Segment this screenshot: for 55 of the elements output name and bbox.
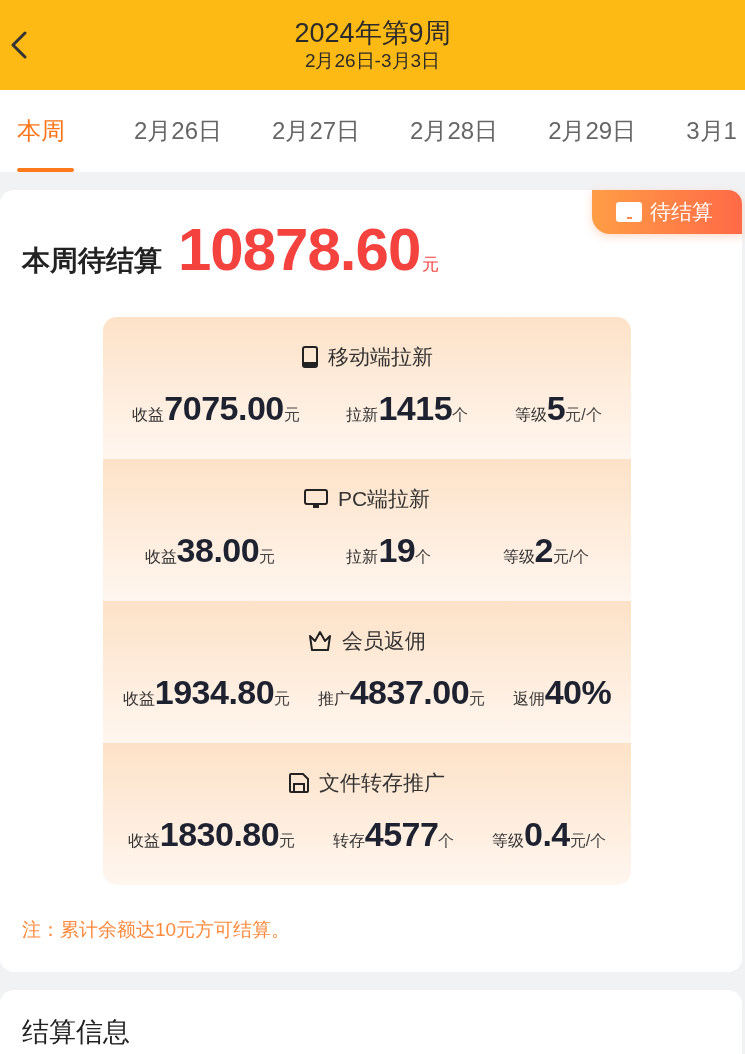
stat-unit: 个 (438, 832, 455, 851)
stat-label: 收益 (122, 690, 155, 709)
phone-icon (301, 346, 318, 368)
stat-label: 收益 (144, 548, 177, 567)
stat-value: 1934.80 (154, 673, 275, 712)
stat-value: 4837.00 (349, 673, 470, 712)
week-title: 2024年第9周 (294, 17, 451, 49)
stat-value: 1415 (378, 389, 453, 428)
stat-unit: 个 (415, 547, 432, 567)
stat-unit: 元/个 (569, 832, 607, 851)
amount-unit: 元 (422, 254, 440, 276)
stat-value: 40% (544, 673, 612, 712)
stat-unit: 个 (452, 406, 469, 425)
stat-value: 19 (378, 531, 416, 570)
stat-value: 0.4 (524, 815, 570, 854)
stat-unit: 元 (279, 832, 296, 851)
category-title: 会员返佣 (342, 628, 426, 654)
settlement-note: 注：累计余额达10元方可结算。 (22, 918, 292, 942)
stat-value: 2 (534, 531, 553, 570)
monitor-icon (303, 489, 328, 509)
crown-icon (308, 630, 332, 652)
stat-unit: 元 (469, 690, 486, 709)
stat-unit: 元 (283, 405, 300, 425)
stat-label: 转存 (332, 832, 365, 851)
stat-value: 4577 (364, 815, 439, 854)
stat-label: 等级 (514, 405, 547, 425)
stat-value: 7075.00 (164, 389, 284, 428)
stat-label: 收益 (127, 832, 160, 851)
wallet-icon (616, 202, 642, 222)
date-tab[interactable]: 2月29日 (548, 90, 637, 172)
stat-label: 等级 (492, 831, 524, 851)
date-tab[interactable]: 3月1 (686, 90, 737, 172)
stat-label: 拉新 (346, 406, 379, 425)
date-range: 2月26日-3月3日 (304, 49, 441, 73)
date-tab[interactable]: 2月26日 (134, 90, 223, 172)
section-title: 结算信息 (22, 1017, 130, 1047)
stat-value: 38.00 (176, 531, 260, 570)
category-title: PC端拉新 (337, 486, 431, 512)
stat-label: 返佣 (512, 690, 545, 709)
stat-unit: 元 (274, 690, 291, 709)
stat-unit: 元/个 (552, 547, 590, 567)
stat-label: 收益 (132, 406, 165, 425)
stat-unit: 元/个 (565, 406, 602, 425)
pending-amount: 10878.60 (178, 215, 421, 284)
summary-title: 本周待结算 (22, 244, 162, 278)
stat-label: 推广 (317, 690, 350, 709)
stat-value: 5 (546, 389, 566, 428)
date-tab[interactable]: 2月27日 (272, 90, 361, 172)
stat-label: 等级 (502, 547, 535, 567)
stat-unit: 元 (259, 548, 276, 567)
category-title: 文件转存推广 (319, 770, 445, 796)
stat-value: 1830.80 (159, 815, 280, 854)
date-tab[interactable]: 2月28日 (410, 90, 499, 172)
category-title: 移动端拉新 (327, 344, 433, 370)
stat-label: 拉新 (346, 548, 379, 567)
